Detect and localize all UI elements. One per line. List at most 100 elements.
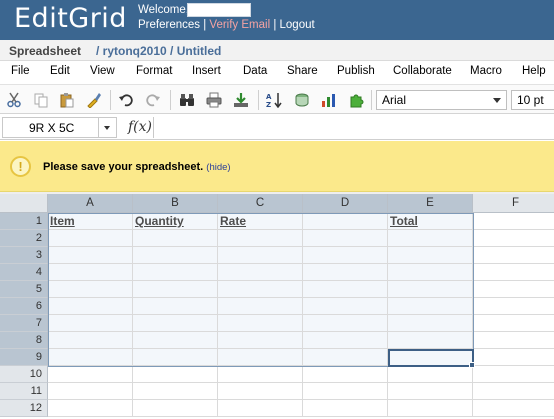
cell-e12[interactable] — [388, 400, 473, 417]
row-header-12[interactable]: 12 — [0, 400, 48, 417]
cell-e10[interactable] — [388, 366, 473, 383]
row-header-8[interactable]: 8 — [0, 332, 48, 349]
cell-c12[interactable] — [218, 400, 303, 417]
print-icon[interactable] — [206, 92, 222, 108]
row-header-2[interactable]: 2 — [0, 230, 48, 247]
cell-a7[interactable] — [48, 315, 133, 332]
cell-f8[interactable] — [473, 332, 554, 349]
menu-collaborate[interactable]: Collaborate — [393, 65, 452, 77]
column-header-e[interactable]: E — [388, 194, 473, 213]
menu-insert[interactable]: Insert — [192, 65, 221, 77]
cell-d6[interactable] — [303, 298, 388, 315]
select-all-corner[interactable] — [0, 194, 48, 213]
cell-c11[interactable] — [218, 383, 303, 400]
row-header-1[interactable]: 1 — [0, 213, 48, 230]
cell-c2[interactable] — [218, 230, 303, 247]
menu-macro[interactable]: Macro — [470, 65, 502, 77]
chart-icon[interactable] — [294, 92, 310, 108]
cell-e11[interactable] — [388, 383, 473, 400]
cell-f11[interactable] — [473, 383, 554, 400]
breadcrumb-path[interactable]: / rytonq2010 / Untitled — [96, 44, 221, 58]
cell-d2[interactable] — [303, 230, 388, 247]
cell-c3[interactable] — [218, 247, 303, 264]
fx-icon[interactable]: f(x) — [127, 119, 153, 137]
row-header-4[interactable]: 4 — [0, 264, 48, 281]
menu-publish[interactable]: Publish — [337, 65, 375, 77]
hide-notice-link[interactable]: (hide) — [206, 162, 230, 173]
row-header-10[interactable]: 10 — [0, 366, 48, 383]
cell-f9[interactable] — [473, 349, 554, 366]
row-header-11[interactable]: 11 — [0, 383, 48, 400]
logout-link[interactable]: Logout — [280, 19, 315, 31]
menu-share[interactable]: Share — [287, 65, 318, 77]
cell-b2[interactable] — [133, 230, 218, 247]
cell-e6[interactable] — [388, 298, 473, 315]
menu-data[interactable]: Data — [243, 65, 267, 77]
font-family-select[interactable]: Arial — [376, 90, 507, 110]
cell-a5[interactable] — [48, 281, 133, 298]
cell-c5[interactable] — [218, 281, 303, 298]
cell-c7[interactable] — [218, 315, 303, 332]
cell-d5[interactable] — [303, 281, 388, 298]
cell-a8[interactable] — [48, 332, 133, 349]
cell-b3[interactable] — [133, 247, 218, 264]
cell-b4[interactable] — [133, 264, 218, 281]
cell-b5[interactable] — [133, 281, 218, 298]
column-header-a[interactable]: A — [48, 194, 133, 213]
row-header-9[interactable]: 9 — [0, 349, 48, 366]
column-header-c[interactable]: C — [218, 194, 303, 213]
cell-d4[interactable] — [303, 264, 388, 281]
cell-f12[interactable] — [473, 400, 554, 417]
column-header-f[interactable]: F — [473, 194, 554, 213]
cell-a2[interactable] — [48, 230, 133, 247]
cell-c9[interactable] — [218, 349, 303, 366]
spreadsheet-grid[interactable]: A B C D E F 1 Item Quantity Rate Total 2 3 4 5 6 7 8 9 10 11… — [0, 194, 554, 419]
cell-a4[interactable] — [48, 264, 133, 281]
column-header-d[interactable]: D — [303, 194, 388, 213]
cell-a6[interactable] — [48, 298, 133, 315]
cell-a1[interactable]: Item — [48, 213, 133, 230]
column-header-b[interactable]: B — [133, 194, 218, 213]
plugin-icon[interactable] — [348, 92, 364, 108]
cell-d10[interactable] — [303, 366, 388, 383]
download-icon[interactable] — [233, 92, 249, 108]
sort-icon[interactable]: AZ — [266, 92, 282, 108]
cell-f1[interactable] — [473, 213, 554, 230]
cell-f3[interactable] — [473, 247, 554, 264]
cell-e5[interactable] — [388, 281, 473, 298]
undo-icon[interactable] — [118, 92, 134, 108]
insert-chart-icon[interactable] — [321, 92, 337, 108]
cell-e4[interactable] — [388, 264, 473, 281]
cell-b10[interactable] — [133, 366, 218, 383]
cell-b12[interactable] — [133, 400, 218, 417]
cell-f5[interactable] — [473, 281, 554, 298]
cell-f10[interactable] — [473, 366, 554, 383]
name-box-dropdown[interactable] — [99, 117, 117, 138]
cell-e8[interactable] — [388, 332, 473, 349]
cell-a11[interactable] — [48, 383, 133, 400]
cell-e2[interactable] — [388, 230, 473, 247]
cell-b8[interactable] — [133, 332, 218, 349]
cell-f7[interactable] — [473, 315, 554, 332]
cell-b11[interactable] — [133, 383, 218, 400]
cell-e1[interactable]: Total — [388, 213, 473, 230]
cell-a10[interactable] — [48, 366, 133, 383]
font-size-select[interactable]: 10 pt — [511, 90, 554, 110]
format-painter-icon[interactable] — [86, 92, 102, 108]
cell-c8[interactable] — [218, 332, 303, 349]
cell-d11[interactable] — [303, 383, 388, 400]
cell-b1[interactable]: Quantity — [133, 213, 218, 230]
cell-a9[interactable] — [48, 349, 133, 366]
cell-b9[interactable] — [133, 349, 218, 366]
cell-d8[interactable] — [303, 332, 388, 349]
cell-e9[interactable] — [388, 349, 473, 366]
cell-d12[interactable] — [303, 400, 388, 417]
row-header-7[interactable]: 7 — [0, 315, 48, 332]
cell-e3[interactable] — [388, 247, 473, 264]
cell-c1[interactable]: Rate — [218, 213, 303, 230]
menu-edit[interactable]: Edit — [50, 65, 70, 77]
preferences-link[interactable]: Preferences — [138, 19, 200, 31]
name-box[interactable]: 9R X 5C — [2, 117, 99, 138]
cell-d7[interactable] — [303, 315, 388, 332]
cell-b6[interactable] — [133, 298, 218, 315]
